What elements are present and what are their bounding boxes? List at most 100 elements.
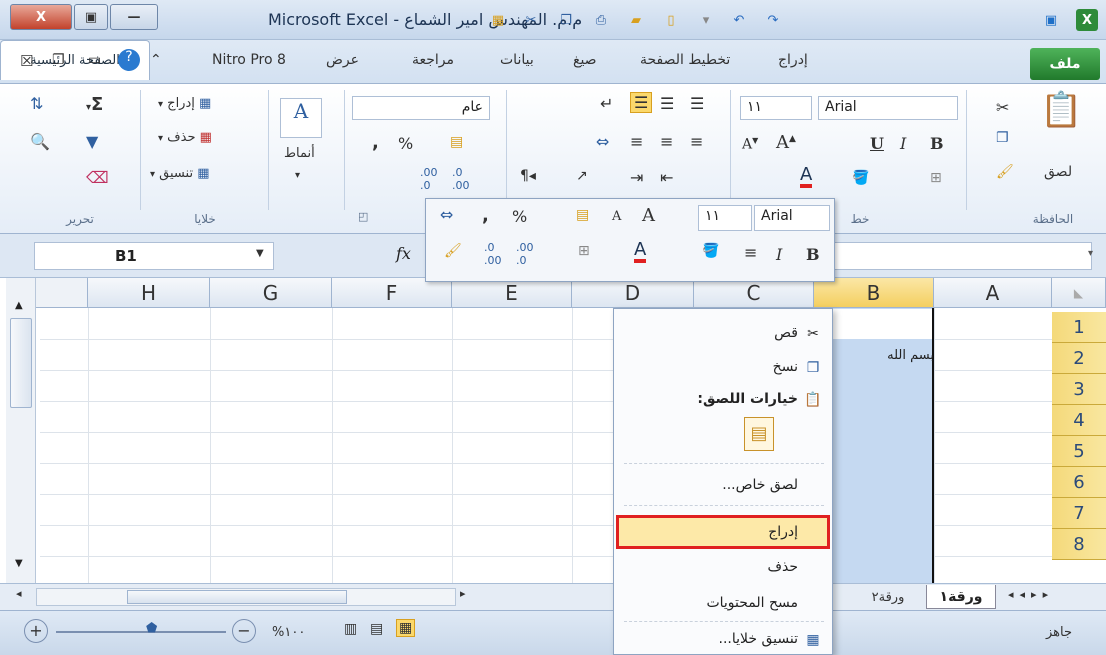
fill-icon[interactable]: ▼ (86, 132, 98, 151)
italic-button[interactable]: I (900, 134, 906, 153)
mini-font-color-icon[interactable]: A (634, 241, 647, 263)
mini-increase-decimal-icon[interactable]: .0.00 (484, 241, 502, 267)
tab-review[interactable]: مراجعة (412, 52, 454, 68)
paste-icon[interactable]: 📋 (1040, 90, 1082, 130)
minimize-button[interactable]: — (110, 4, 158, 30)
mini-percent-button[interactable]: % (512, 207, 527, 226)
sheet-nav-icon[interactable]: ◂◂▸▸ (1008, 588, 1054, 601)
sheet-tab-2[interactable]: ورقة٢ (852, 587, 924, 607)
close-button[interactable]: X (10, 4, 72, 30)
copy-qat-icon[interactable]: ❐ (555, 9, 577, 31)
print-preview-icon[interactable]: ⎙ (590, 9, 612, 31)
zoom-slider[interactable] (56, 631, 226, 633)
qat-dropdown-icon[interactable]: ▾ (695, 9, 717, 31)
page-layout-view-icon[interactable]: ▤ (370, 621, 383, 637)
number-format-select[interactable]: عام (352, 96, 490, 120)
copy-icon[interactable]: ❐ (996, 130, 1009, 146)
borders-icon[interactable]: ⊞ (930, 170, 942, 186)
redo-icon[interactable]: ↷ (762, 9, 784, 31)
styles-icon[interactable]: A (280, 98, 322, 138)
column-header-h[interactable]: H (88, 278, 210, 308)
horizontal-scroll-thumb[interactable] (127, 590, 347, 604)
wrap-text-icon[interactable]: ↵ (600, 94, 613, 113)
align-right-icon[interactable]: ≡ (690, 132, 703, 151)
vertical-scrollbar[interactable]: ▼ ▲ (6, 278, 36, 583)
mini-fill-color-icon[interactable]: 🪣 (702, 243, 719, 259)
mini-font-select[interactable]: Arial (754, 205, 830, 231)
find-select-icon[interactable]: 🔍 (30, 132, 50, 151)
mini-comma-button[interactable]: , (482, 205, 489, 226)
tab-data[interactable]: بيانات (500, 52, 534, 68)
menu-insert[interactable]: إدراج (768, 524, 798, 540)
paste-clipboard-icon[interactable]: ▤ (744, 417, 774, 451)
menu-copy[interactable]: نسخ (773, 359, 798, 375)
chart-icon[interactable]: ▦ (487, 9, 509, 31)
column-header-e[interactable]: E (452, 278, 572, 308)
underline-button[interactable]: U (870, 134, 884, 153)
menu-clear-contents[interactable]: مسح المحتويات (706, 595, 798, 611)
paste-label[interactable]: لصق (1044, 164, 1072, 180)
tab-view[interactable]: عرض (326, 52, 359, 68)
styles-label[interactable]: أنماط (284, 146, 315, 161)
rtl-text-icon[interactable]: ¶◂ (520, 168, 536, 184)
cell-b2[interactable]: بسم الله (838, 348, 934, 363)
column-header-g[interactable]: G (210, 278, 332, 308)
scroll-up-icon[interactable]: ▲ (15, 300, 23, 311)
mini-decrease-decimal-icon[interactable]: .00.0 (516, 241, 534, 267)
row-header-7[interactable]: 7 (1052, 498, 1106, 529)
menu-delete[interactable]: حذف (767, 559, 798, 575)
maximize-button[interactable]: ▣ (74, 4, 108, 30)
merge-center-icon[interactable]: ⇔ (596, 132, 609, 151)
align-middle-icon[interactable]: ☰ (660, 94, 674, 113)
menu-format-cells[interactable]: تنسيق خلايا... (719, 631, 798, 647)
column-header-c[interactable]: C (694, 278, 814, 308)
name-box[interactable]: B1 (34, 242, 274, 270)
insert-cells-button[interactable]: ▾ إدراج ▦ (158, 96, 211, 111)
horizontal-scrollbar[interactable] (36, 588, 456, 606)
undo-icon[interactable]: ↶ (728, 9, 750, 31)
mini-center-icon[interactable]: ≡ (744, 243, 757, 262)
new-file-icon[interactable]: ▯ (660, 9, 682, 31)
number-dialog-launcher-icon[interactable]: ◰ (358, 210, 368, 223)
sheet-tab-active[interactable]: ورقة١ (926, 585, 996, 609)
insert-function-button[interactable]: fx (396, 244, 411, 263)
grow-font-icon[interactable]: A▲ (776, 132, 796, 153)
accounting-format-icon[interactable]: ▤ (450, 134, 463, 150)
row-header-1[interactable]: 1 (1052, 312, 1106, 343)
tab-nitro[interactable]: Nitro Pro 8 (212, 52, 286, 68)
decrease-indent-icon[interactable]: ⇤ (660, 168, 673, 187)
cut-icon[interactable]: ✂ (996, 98, 1009, 117)
orientation-icon[interactable]: ↗ (576, 168, 588, 184)
clear-icon[interactable]: ⌫ (86, 168, 109, 187)
font-name-select[interactable]: Arial (818, 96, 958, 120)
tab-page-layout[interactable]: تخطيط الصفحة (640, 52, 730, 68)
mini-grow-font-icon[interactable]: A (642, 205, 655, 226)
open-icon[interactable]: ▰ (625, 9, 647, 31)
row-header-8[interactable]: 8 (1052, 529, 1106, 560)
menu-cut[interactable]: قص (774, 325, 798, 341)
mini-bold-button[interactable]: B (806, 245, 820, 264)
tab-formulas[interactable]: صيغ (573, 52, 597, 68)
bold-button[interactable]: B (930, 134, 944, 153)
fill-color-icon[interactable]: 🪣 (852, 170, 869, 186)
select-all-corner[interactable]: ◣ (1052, 278, 1106, 308)
align-center-icon[interactable]: ≡ (660, 132, 673, 151)
zoom-in-button[interactable]: + (24, 619, 48, 643)
name-box-dropdown-icon[interactable]: ▼ (256, 248, 264, 259)
row-header-3[interactable]: 3 (1052, 374, 1106, 405)
scroll-down-icon[interactable]: ▼ (15, 558, 23, 569)
sort-filter-icon[interactable]: ⇅ (30, 94, 43, 113)
tab-insert[interactable]: إدراج (778, 52, 808, 68)
zoom-out-button[interactable]: − (232, 619, 256, 643)
mini-borders-icon[interactable]: ⊞ (578, 243, 590, 259)
comma-button[interactable]: , (372, 132, 379, 153)
align-left-icon[interactable]: ≡ (630, 132, 643, 151)
zoom-level[interactable]: %١٠٠ (272, 625, 305, 640)
row-header-5[interactable]: 5 (1052, 436, 1106, 467)
row-header-6[interactable]: 6 (1052, 467, 1106, 498)
restore-window-icon[interactable]: ❐ (52, 52, 65, 68)
styles-dropdown-icon[interactable]: ▾ (295, 170, 300, 181)
column-header-d[interactable]: D (572, 278, 694, 308)
font-size-select[interactable]: ١١ (740, 96, 812, 120)
scroll-right-icon[interactable]: ▸ (460, 587, 466, 600)
